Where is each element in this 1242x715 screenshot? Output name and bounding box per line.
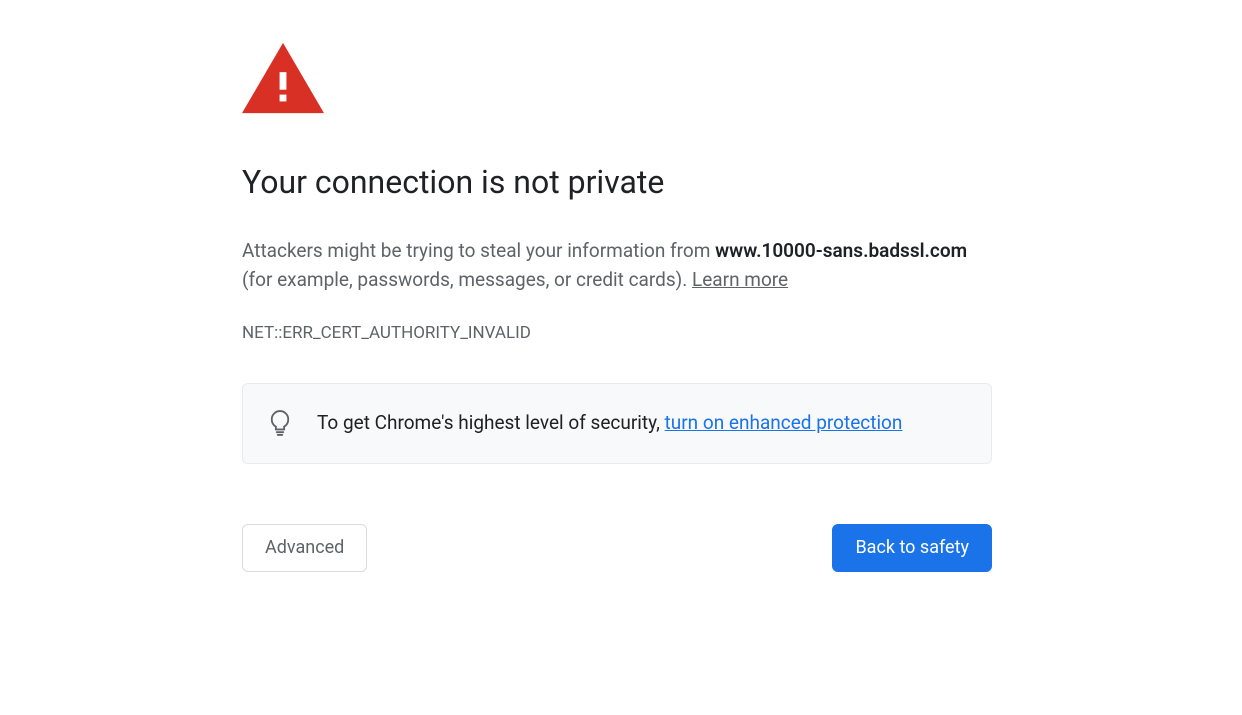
body-suffix: (for example, passwords, messages, or cr…: [242, 268, 692, 291]
lightbulb-icon: [269, 410, 291, 436]
page-title: Your connection is not private: [242, 162, 992, 202]
warning-body: Attackers might be trying to steal your …: [242, 236, 992, 295]
hostname: www.10000-sans.badssl.com: [715, 239, 967, 262]
button-row: Advanced Back to safety: [242, 524, 992, 572]
enhanced-protection-promo: To get Chrome's highest level of securit…: [242, 383, 992, 464]
error-code: NET::ERR_CERT_AUTHORITY_INVALID: [242, 323, 992, 343]
ssl-error-page: Your connection is not private Attackers…: [242, 0, 992, 572]
promo-prefix: To get Chrome's highest level of securit…: [317, 411, 665, 434]
back-to-safety-button[interactable]: Back to safety: [832, 524, 992, 572]
body-prefix: Attackers might be trying to steal your …: [242, 239, 715, 262]
warning-triangle-icon: [242, 42, 992, 114]
learn-more-link[interactable]: Learn more: [692, 268, 788, 291]
promo-text: To get Chrome's highest level of securit…: [317, 408, 902, 437]
enhanced-protection-link[interactable]: turn on enhanced protection: [665, 411, 903, 434]
advanced-button[interactable]: Advanced: [242, 524, 367, 572]
